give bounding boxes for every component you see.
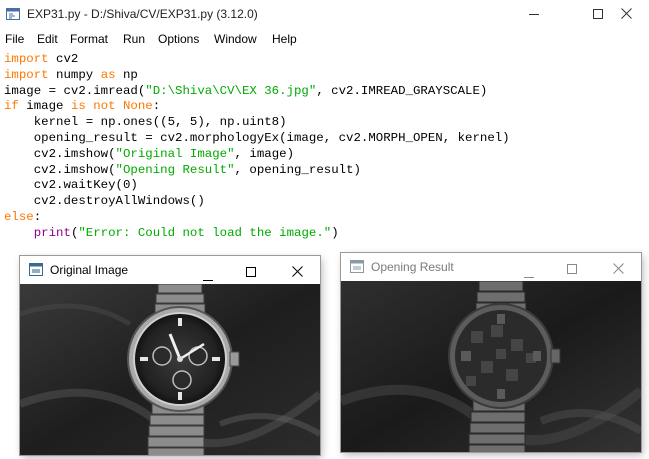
opening-window-title: Opening Result [371,260,454,274]
close-icon [620,6,632,24]
idle-python-icon [6,7,20,21]
menu-bar: File Edit Format Run Options Window Help [0,30,649,50]
keyword: None [123,99,153,114]
original-window-title: Original Image [50,263,129,277]
keyword: as [100,67,116,82]
code-text: , cv2.IMREAD_GRAYSCALE) [316,83,488,98]
keyword: not [93,99,116,114]
maximize-icon[interactable] [246,264,256,282]
code-text: cv2 [48,52,79,66]
close-button[interactable] [603,0,649,30]
menu-help[interactable]: Help [272,32,297,46]
code-text: cv2.imshow( [4,146,116,161]
opening-result-image [341,281,641,452]
code-text: cv2.waitKey(0) [4,178,138,193]
watch-grayscale-image [20,284,320,455]
builtin: print [33,225,71,240]
opencv-window-icon [29,263,43,281]
title-bar: EXP31.py - D:/Shiva/CV/EXP31.py (3.12.0) [0,0,649,30]
menu-window[interactable]: Window [214,32,257,46]
code-text: , image) [234,146,295,161]
code-text: opening_result = cv2.morphologyEx(image,… [4,130,510,145]
keyword: import [4,67,49,82]
original-image [20,284,320,455]
string-literal: "Error: Could not load the image." [78,225,332,240]
maximize-icon [593,6,603,24]
opening-window-titlebar[interactable]: Opening Result [341,253,641,281]
minimize-icon [529,6,539,24]
menu-options[interactable]: Options [158,32,199,46]
code-text: numpy [48,67,101,82]
original-window-titlebar[interactable]: Original Image [20,256,320,284]
menu-format[interactable]: Format [70,32,108,46]
menu-file[interactable]: File [5,32,24,46]
menu-edit[interactable]: Edit [37,32,58,46]
close-icon[interactable] [292,264,303,282]
keyword: if [4,99,19,114]
string-literal: "D:\Shiva\CV\EX 36.jpg" [145,83,317,98]
opening-result-window[interactable]: Opening Result [341,253,641,452]
keyword: else [4,209,34,224]
watch-opened-image [341,281,641,452]
minimize-button[interactable] [511,0,557,30]
window-title: EXP31.py - D:/Shiva/CV/EXP31.py (3.12.0) [27,7,258,21]
opencv-window-icon [350,260,364,278]
menu-run[interactable]: Run [123,32,145,46]
keyword: is [70,99,86,114]
code-text: np [115,67,138,82]
keyword: import [4,52,49,66]
code-text: kernel = np.ones((5, 5), np.uint8) [4,115,287,130]
source-code[interactable]: import cv2 import numpy as np image = cv… [4,52,510,242]
code-text: cv2.destroyAllWindows() [4,194,205,209]
string-literal: "Original Image" [115,146,235,161]
code-text: image = cv2.imread( [4,83,146,98]
close-icon[interactable] [613,261,624,279]
code-text: , opening_result) [234,162,361,177]
string-literal: "Opening Result" [115,162,235,177]
maximize-icon[interactable] [567,261,577,279]
original-image-window[interactable]: Original Image [20,256,320,455]
code-text: cv2.imshow( [4,162,116,177]
